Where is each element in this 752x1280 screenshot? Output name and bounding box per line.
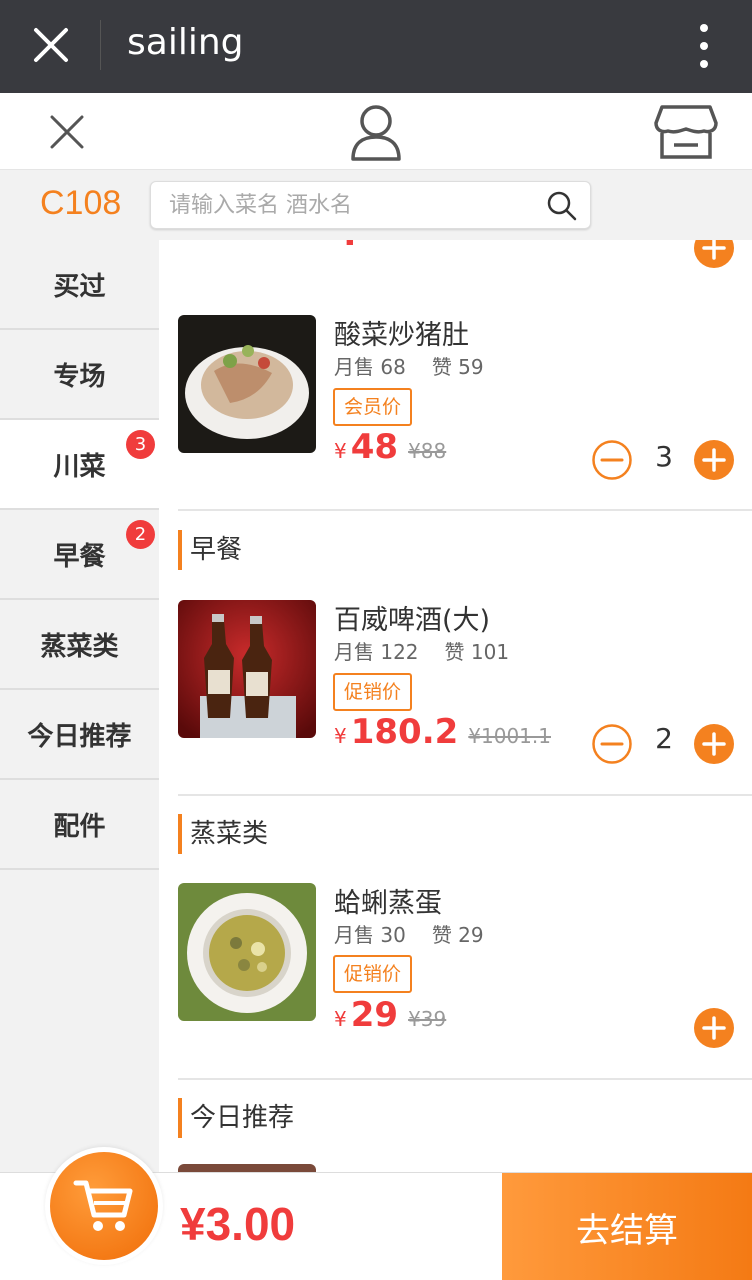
price: 29 bbox=[350, 995, 399, 1035]
sidebar-item-sichuan[interactable]: 川菜 3 bbox=[0, 420, 159, 510]
title-divider bbox=[100, 20, 101, 70]
remove-button[interactable] bbox=[592, 440, 632, 480]
sidebar-item-steamed[interactable]: 蒸菜类 bbox=[0, 600, 159, 690]
count-badge: 3 bbox=[126, 430, 155, 459]
search-icon[interactable] bbox=[546, 190, 578, 222]
monthly-sales: 月售 68 bbox=[334, 355, 406, 379]
add-button[interactable] bbox=[694, 440, 734, 480]
user-icon[interactable] bbox=[348, 103, 404, 161]
likes: 赞 29 bbox=[431, 923, 484, 947]
sidebar-item-label: 蒸菜类 bbox=[40, 631, 119, 662]
dish-photo[interactable] bbox=[178, 883, 316, 1021]
promo-price-tag: 促销价 bbox=[333, 673, 413, 711]
table-number: C108 bbox=[40, 184, 122, 222]
count-badge: 2 bbox=[126, 520, 155, 549]
original-price: ¥39 bbox=[408, 1007, 447, 1031]
currency-symbol: ¥ bbox=[334, 439, 347, 463]
store-icon[interactable] bbox=[654, 103, 718, 161]
sidebar-item-accessories[interactable]: 配件 bbox=[0, 780, 159, 870]
cart-total: ¥3.00 bbox=[180, 1198, 296, 1250]
dish-photo[interactable] bbox=[178, 315, 316, 453]
divider bbox=[178, 1078, 752, 1080]
monthly-sales: 月售 122 bbox=[334, 640, 419, 664]
likes: 赞 59 bbox=[431, 355, 484, 379]
dish-list: ¥ 酸菜炒猪肚 月售 68 赞 59 会员价 ¥48 ¥88 bbox=[159, 240, 752, 1172]
dish-stats: 月售 68 赞 59 bbox=[334, 351, 484, 380]
sidebar-item-label: 买过 bbox=[53, 271, 106, 302]
shop-nav-bar bbox=[0, 93, 752, 170]
sidebar-item-label: 今日推荐 bbox=[27, 721, 132, 752]
quantity: 2 bbox=[655, 722, 673, 755]
close-icon[interactable] bbox=[30, 24, 72, 66]
dish-photo[interactable] bbox=[178, 600, 316, 738]
monthly-sales: 月售 30 bbox=[334, 923, 406, 947]
price-row: ¥180.2 ¥1001.1 bbox=[334, 712, 551, 752]
sidebar-item-special[interactable]: 专场 bbox=[0, 330, 159, 420]
dish-stats: 月售 30 赞 29 bbox=[334, 919, 484, 948]
sidebar-item-label: 配件 bbox=[53, 811, 106, 842]
app-title-bar: sailing bbox=[0, 0, 752, 93]
dish-name: 蛤蜊蒸蛋 bbox=[334, 888, 442, 919]
remove-button[interactable] bbox=[592, 724, 632, 764]
cart-button[interactable] bbox=[50, 1152, 158, 1260]
add-button[interactable] bbox=[694, 1008, 734, 1048]
shopping-cart-icon bbox=[73, 1180, 133, 1231]
divider bbox=[178, 794, 752, 796]
add-button[interactable] bbox=[694, 240, 734, 268]
member-price-tag: 会员价 bbox=[333, 388, 413, 426]
previous-item-price: ¥ bbox=[334, 240, 362, 254]
dish-stats: 月售 122 赞 101 bbox=[334, 636, 509, 665]
more-options-icon[interactable] bbox=[690, 22, 718, 70]
promo-price-tag: 促销价 bbox=[333, 955, 413, 993]
search-box[interactable] bbox=[150, 181, 591, 229]
currency-symbol: ¥ bbox=[334, 724, 347, 748]
original-price: ¥1001.1 bbox=[468, 724, 551, 748]
price-row: ¥29 ¥39 bbox=[334, 995, 446, 1035]
dish-name: 酸菜炒猪肚 bbox=[334, 320, 469, 351]
sidebar-item-label: 专场 bbox=[53, 361, 106, 392]
search-row: C108 bbox=[0, 170, 752, 240]
original-price: ¥88 bbox=[408, 439, 447, 463]
price-row: ¥48 ¥88 bbox=[334, 427, 446, 467]
sidebar-item-label: 川菜 bbox=[53, 451, 106, 482]
divider bbox=[178, 509, 752, 511]
cart-bar: ¥3.00 去结算 bbox=[0, 1147, 752, 1280]
currency-symbol: ¥ bbox=[334, 1007, 347, 1031]
category-sidebar: 买过 专场 川菜 3 早餐 2 蒸菜类 今日推荐 配件 bbox=[0, 240, 159, 1172]
search-input[interactable] bbox=[169, 190, 529, 220]
section-header-steamed: 蒸菜类 bbox=[178, 814, 268, 854]
window-title: sailing bbox=[127, 22, 244, 63]
section-header-breakfast: 早餐 bbox=[178, 530, 242, 570]
section-header-today: 今日推荐 bbox=[178, 1098, 294, 1138]
close-icon[interactable] bbox=[48, 113, 86, 151]
price: 48 bbox=[350, 427, 399, 467]
dish-photo[interactable] bbox=[178, 1164, 316, 1172]
likes: 赞 101 bbox=[444, 640, 510, 664]
price: 180.2 bbox=[350, 712, 459, 752]
sidebar-item-breakfast[interactable]: 早餐 2 bbox=[0, 510, 159, 600]
add-button[interactable] bbox=[694, 724, 734, 764]
checkout-button[interactable]: 去结算 bbox=[502, 1173, 752, 1280]
sidebar-item-bought[interactable]: 买过 bbox=[0, 240, 159, 330]
dish-name: 百威啤酒(大) bbox=[334, 605, 491, 636]
sidebar-item-today[interactable]: 今日推荐 bbox=[0, 690, 159, 780]
app-screen: sailing C108 请输入菜名 酒水名 买过 专场 川菜 3 早餐 2 蒸… bbox=[0, 0, 752, 1280]
quantity: 3 bbox=[655, 440, 673, 473]
sidebar-item-label: 早餐 bbox=[53, 541, 106, 572]
